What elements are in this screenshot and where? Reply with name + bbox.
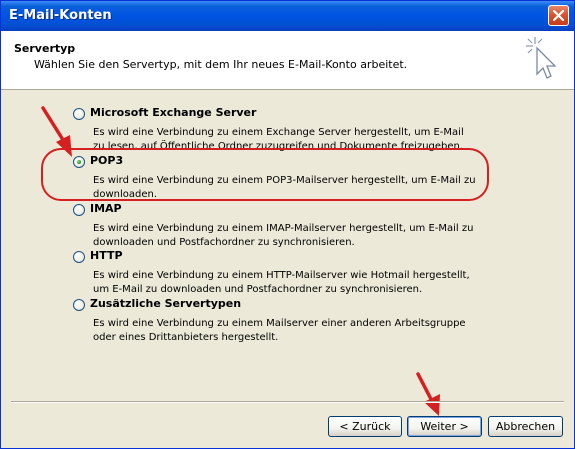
page-subtitle: Wählen Sie den Servertyp, mit dem Ihr ne…	[34, 58, 408, 71]
title-bar[interactable]: E-Mail-Konten	[1, 1, 574, 31]
option-label: Zusätzliche Servertypen	[90, 297, 242, 310]
radio-imap[interactable]	[73, 204, 85, 216]
close-icon	[553, 10, 564, 21]
option-description: Es wird eine Verbindung zu einem HTTP-Ma…	[93, 270, 470, 295]
back-button[interactable]: < Zurück	[328, 416, 402, 437]
page-title: Servertyp	[14, 42, 76, 55]
option-label: Microsoft Exchange Server	[90, 106, 257, 119]
next-button[interactable]: Weiter >	[407, 416, 482, 437]
email-accounts-dialog: E-Mail-Konten Servertyp Wählen Sie den S…	[0, 0, 575, 449]
option-description: Es wird eine Verbindung zu einem Mailser…	[93, 318, 466, 343]
close-button[interactable]	[548, 5, 569, 26]
server-type-options: Microsoft Exchange Server Es wird eine V…	[1, 90, 574, 390]
wizard-header: Servertyp Wählen Sie den Servertyp, mit …	[1, 31, 574, 90]
wizard-cursor-icon	[526, 37, 557, 79]
option-label: HTTP	[90, 249, 123, 262]
option-description: Es wird eine Verbindung zu einem IMAP-Ma…	[93, 223, 474, 248]
radio-http[interactable]	[73, 251, 85, 263]
cancel-button[interactable]: Abbrechen	[488, 416, 563, 437]
radio-additional[interactable]	[73, 299, 85, 311]
red-arrow-icon	[41, 106, 72, 157]
red-arrow-icon	[416, 372, 440, 416]
window-title: E-Mail-Konten	[9, 8, 112, 23]
option-label: IMAP	[90, 202, 122, 215]
footer-separator	[11, 401, 564, 403]
pop3-highlight-ellipse	[41, 148, 489, 201]
